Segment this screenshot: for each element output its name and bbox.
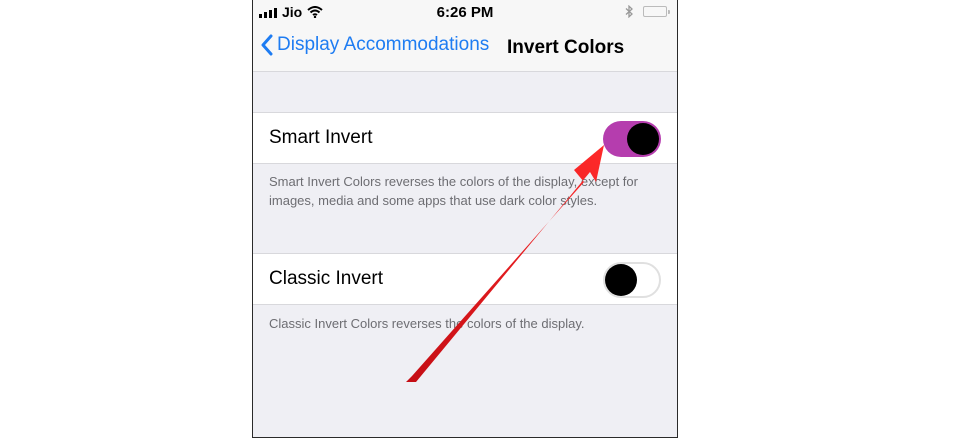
classic-invert-label: Classic Invert — [269, 268, 384, 289]
smart-invert-toggle[interactable] — [603, 121, 661, 157]
status-right — [625, 5, 670, 18]
smart-invert-label: Smart Invert — [269, 127, 373, 148]
back-button[interactable]: Display Accommodations — [261, 34, 489, 56]
chevron-left-icon — [261, 34, 273, 56]
classic-invert-row: Classic Invert — [253, 253, 677, 305]
classic-invert-description: Classic Invert Colors reverses the color… — [269, 316, 585, 331]
toggle-knob — [627, 123, 659, 155]
smart-invert-description: Smart Invert Colors reverses the colors … — [269, 174, 638, 208]
status-bar: Jio 6:26 PM — [253, 0, 677, 26]
classic-invert-toggle[interactable] — [603, 262, 661, 298]
bluetooth-icon — [625, 5, 633, 18]
toggle-knob — [605, 264, 637, 296]
phone-screen: Jio 6:26 PM Display Accommodations Inver… — [252, 0, 678, 438]
navigation-bar: Display Accommodations Invert Colors — [253, 26, 677, 72]
back-label: Display Accommodations — [277, 34, 490, 55]
status-time: 6:26 PM — [436, 4, 494, 21]
battery-icon — [643, 6, 670, 17]
page-title: Invert Colors — [507, 37, 625, 58]
smart-invert-row: Smart Invert — [253, 112, 677, 164]
